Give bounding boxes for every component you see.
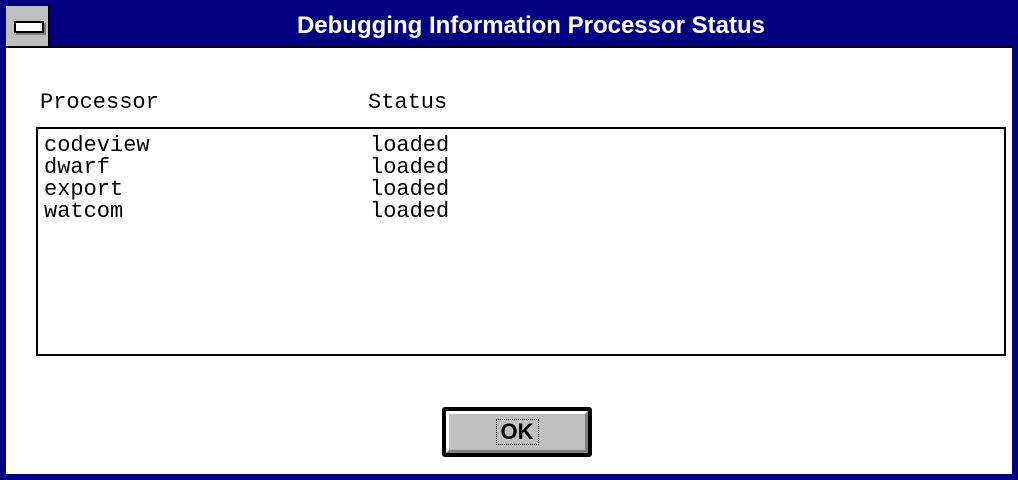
processor-status: loaded (370, 133, 450, 158)
ok-button-face: OK (446, 411, 588, 453)
processor-name: codeview (44, 133, 150, 158)
processor-name: watcom (44, 199, 124, 224)
processor-status: loaded (370, 155, 450, 180)
system-menu-button[interactable] (6, 6, 50, 46)
column-header-processor: Processor (40, 90, 159, 115)
processor-name: dwarf (44, 155, 111, 180)
ok-button[interactable]: OK (442, 407, 592, 457)
title-bar[interactable]: Debugging Information Processor Status (6, 6, 1012, 48)
processor-list[interactable]: codeview loaded dwarf loaded export load… (36, 127, 1006, 356)
dialog-window: Debugging Information Processor Status P… (0, 0, 1018, 480)
processor-name: export (44, 177, 124, 202)
window-title: Debugging Information Processor Status (296, 12, 766, 39)
ok-button-label: OK (495, 419, 539, 445)
column-header-status: Status (368, 90, 448, 115)
system-menu-icon (14, 21, 44, 33)
processor-status: loaded (370, 177, 450, 202)
processor-status: loaded (370, 199, 450, 224)
